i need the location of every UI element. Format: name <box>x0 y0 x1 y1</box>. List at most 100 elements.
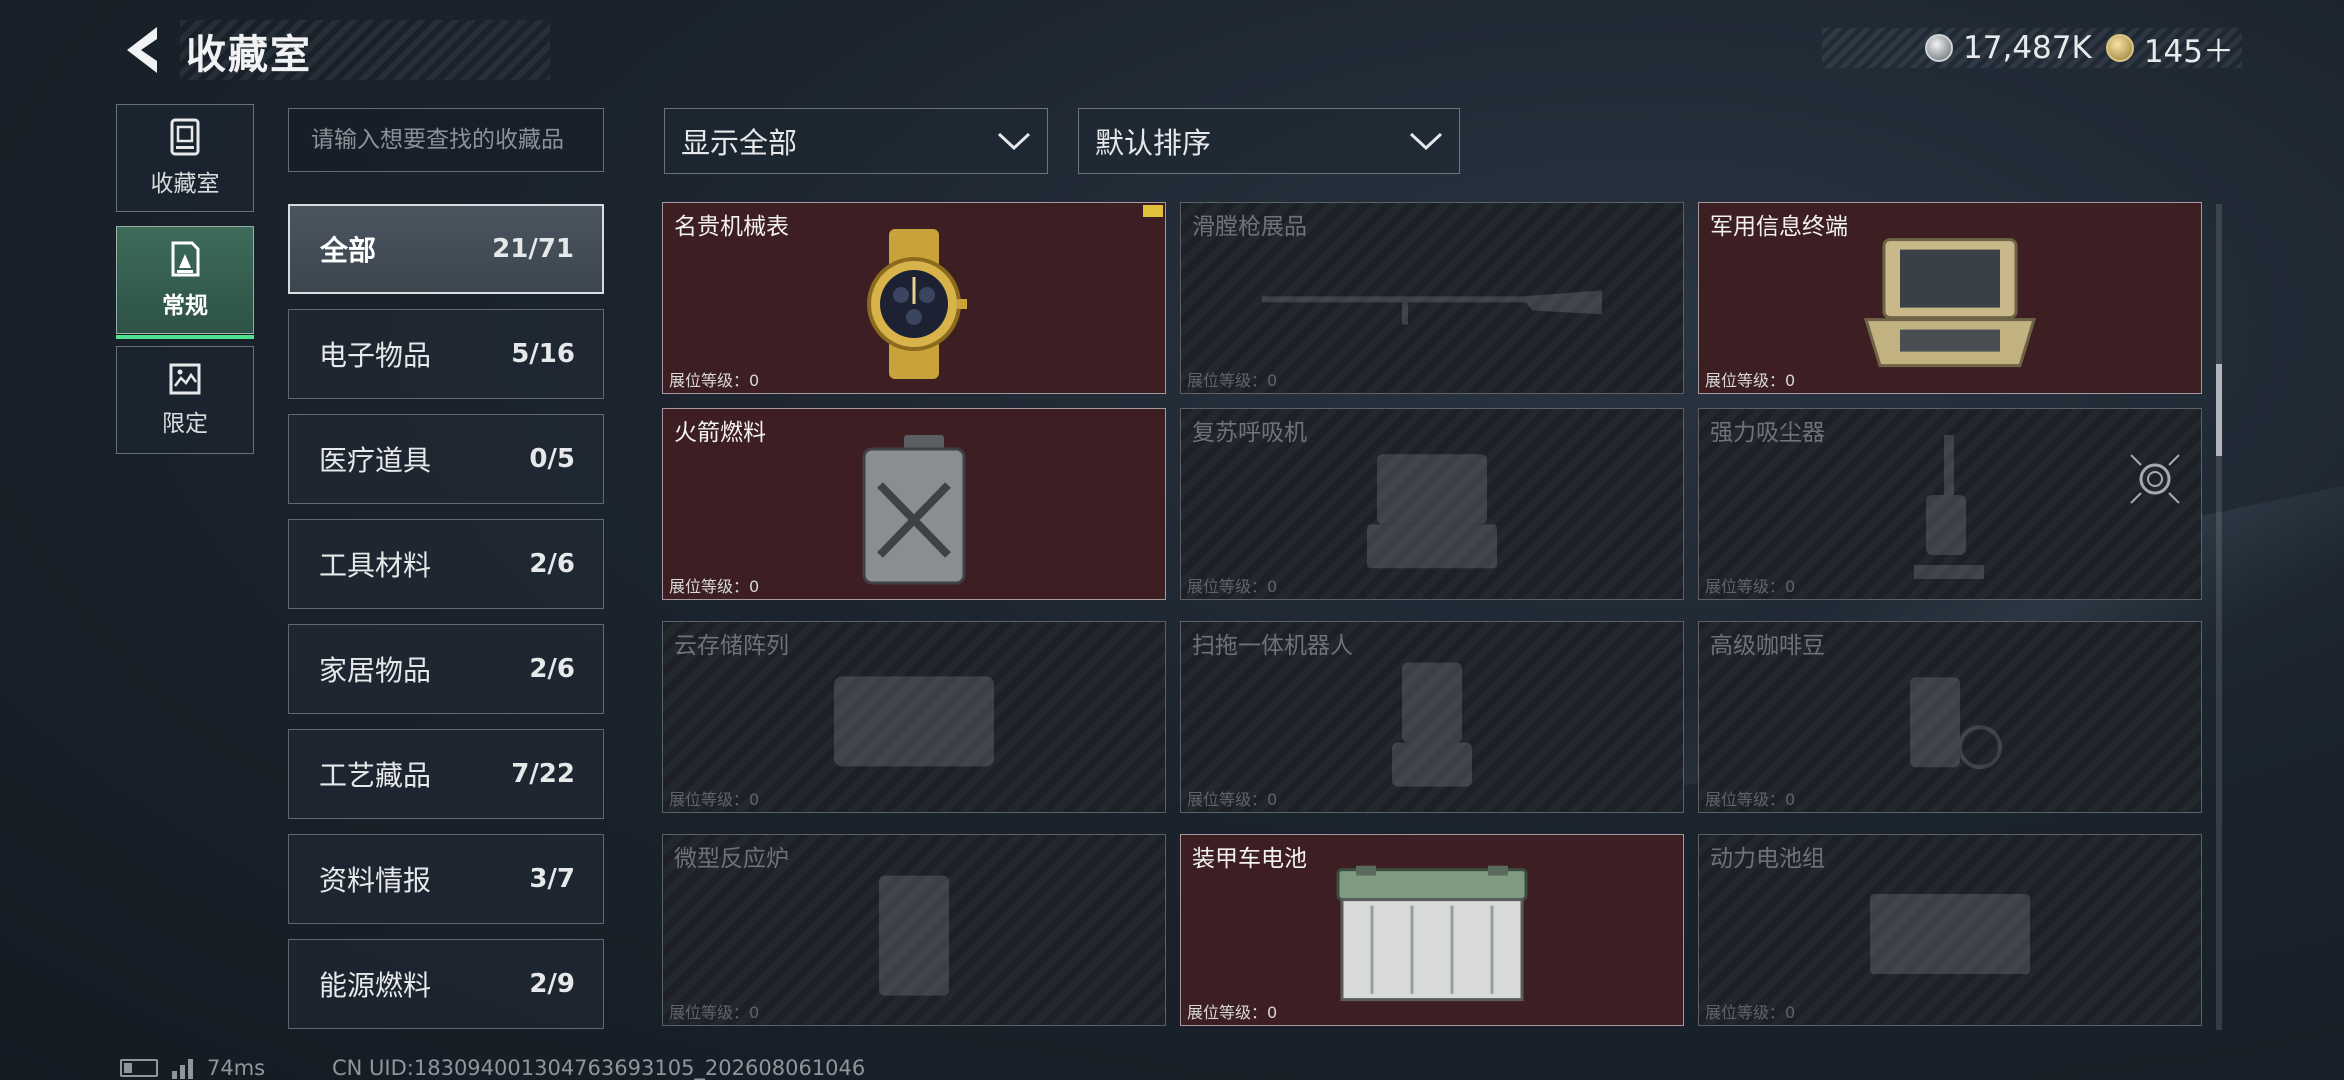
musket-icon <box>1262 290 1602 325</box>
search-box[interactable] <box>288 108 604 172</box>
category-crafts[interactable]: 工艺藏品 7/22 <box>288 729 604 819</box>
collection-card-coffee[interactable]: 高级咖啡豆 展位等级：0 <box>1698 621 2202 813</box>
collection-card-storage-array[interactable]: 云存储阵列 展位等级：0 <box>662 621 1166 813</box>
category-count: 2/6 <box>529 654 575 684</box>
card-level: 展位等级：0 <box>1705 577 1796 596</box>
military-terminal-icon <box>1863 238 2037 368</box>
ventilator-icon <box>1367 454 1497 569</box>
card-name: 火箭燃料 <box>674 420 766 446</box>
card-level: 展位等级：0 <box>1187 371 1278 390</box>
category-name: 全部 <box>320 234 377 267</box>
robot-icon <box>1392 662 1472 787</box>
target-lock-icon[interactable] <box>2127 451 2183 507</box>
collection-card-rocket-fuel[interactable]: 火箭燃料 展位等级：0 <box>662 408 1166 600</box>
card-level: 展位等级：0 <box>669 577 760 596</box>
storage-array-icon <box>834 676 994 767</box>
side-tab-limited-label: 限定 <box>162 411 208 437</box>
category-name: 工艺藏品 <box>319 759 432 792</box>
collection-card-reactor[interactable]: 微型反应炉 展位等级：0 <box>662 834 1166 1026</box>
scrollbar-track[interactable] <box>2216 204 2222 1030</box>
back-arrow-icon <box>127 27 157 73</box>
silver-coin-icon <box>1925 34 1954 62</box>
category-count: 21/71 <box>492 234 574 264</box>
currency-gold[interactable]: 145＋ <box>2105 26 2234 71</box>
card-name: 高级咖啡豆 <box>1710 633 1825 659</box>
display-filter-value: 显示全部 <box>681 126 798 160</box>
category-tools[interactable]: 工具材料 2/6 <box>288 519 604 609</box>
page-title: 收藏室 <box>186 32 312 78</box>
category-intel[interactable]: 资料情报 3/7 <box>288 834 604 924</box>
collection-card-battery-pack[interactable]: 动力电池组 展位等级：0 <box>1698 834 2202 1026</box>
card-level: 展位等级：0 <box>1705 371 1796 390</box>
category-name: 资料情报 <box>319 864 432 897</box>
currency-silver: 17,487K <box>1925 30 2092 66</box>
limited-collection-icon <box>169 363 201 395</box>
card-name: 微型反应炉 <box>674 846 789 872</box>
category-count: 7/22 <box>511 759 575 789</box>
card-name: 装甲车电池 <box>1192 846 1307 872</box>
battery-pack-icon <box>1870 894 2030 974</box>
currency-bar: 17,487K 145＋ <box>1822 26 2242 71</box>
side-tab-limited[interactable]: 限定 <box>116 346 254 454</box>
display-filter-dropdown[interactable]: 显示全部 <box>664 108 1048 174</box>
card-level: 展位等级：0 <box>1187 577 1278 596</box>
category-household[interactable]: 家居物品 2/6 <box>288 624 604 714</box>
collection-card-military-terminal[interactable]: 军用信息终端 展位等级：0 <box>1698 202 2202 394</box>
card-level: 展位等级：0 <box>1705 1003 1796 1022</box>
ping-value: 74ms <box>207 1056 266 1080</box>
collection-card-armored-battery[interactable]: 装甲车电池 展位等级：0 <box>1180 834 1684 1026</box>
card-level: 展位等级：0 <box>1705 790 1796 809</box>
side-tab-regular-label: 常规 <box>162 293 208 319</box>
card-name: 扫拖一体机器人 <box>1192 633 1353 659</box>
collection-card-ventilator[interactable]: 复苏呼吸机 展位等级：0 <box>1180 408 1684 600</box>
card-name: 军用信息终端 <box>1710 214 1848 240</box>
battery-icon <box>120 1059 158 1077</box>
card-level: 展位等级：0 <box>1187 1003 1278 1022</box>
regular-collection-icon <box>171 241 200 277</box>
signal-icon <box>172 1057 193 1079</box>
card-level: 展位等级：0 <box>669 1003 760 1022</box>
chevron-down-icon <box>997 132 1031 151</box>
collection-card-musket[interactable]: 滑膛枪展品 展位等级：0 <box>1180 202 1684 394</box>
currency-silver-value: 17,487K <box>1963 30 2092 66</box>
category-count: 3/7 <box>529 864 575 894</box>
fuel-canister-icon <box>862 435 966 585</box>
side-tab-vault[interactable]: 收藏室 <box>116 104 254 212</box>
back-button[interactable] <box>116 22 166 78</box>
card-name: 动力电池组 <box>1710 846 1825 872</box>
card-name: 滑膛枪展品 <box>1192 214 1307 240</box>
category-name: 工具材料 <box>319 549 432 582</box>
collection-card-robot[interactable]: 扫拖一体机器人 展位等级：0 <box>1180 621 1684 813</box>
status-bar: 74ms <box>120 1056 265 1080</box>
category-count: 2/9 <box>529 969 575 999</box>
sort-dropdown[interactable]: 默认排序 <box>1078 108 1460 174</box>
currency-gold-value: 145＋ <box>2143 33 2234 70</box>
reactor-icon <box>879 875 949 996</box>
category-all[interactable]: 全部 21/71 <box>288 204 604 294</box>
card-level: 展位等级：0 <box>669 371 760 390</box>
card-level: 展位等级：0 <box>1187 790 1278 809</box>
coffee-icon <box>1910 677 2002 770</box>
card-name: 复苏呼吸机 <box>1192 420 1307 446</box>
vault-icon <box>170 118 200 156</box>
collection-card-vacuum[interactable]: 强力吸尘器 展位等级：0 <box>1698 408 2202 600</box>
category-energy[interactable]: 能源燃料 2/9 <box>288 939 604 1029</box>
category-count: 5/16 <box>511 339 575 369</box>
category-name: 医疗道具 <box>319 444 432 477</box>
gold-watch-icon <box>867 229 967 379</box>
side-tab-regular[interactable]: 常规 <box>116 226 254 339</box>
user-uid: CN UID:183094001304763693105_20260806104… <box>332 1056 866 1080</box>
card-level: 展位等级：0 <box>669 790 760 809</box>
battery-icon <box>1336 865 1528 1002</box>
sort-value: 默认排序 <box>1095 126 1212 160</box>
chevron-down-icon <box>1409 132 1443 151</box>
vacuum-icon <box>1914 435 1984 579</box>
card-name: 强力吸尘器 <box>1710 420 1825 446</box>
category-medical[interactable]: 医疗道具 0/5 <box>288 414 604 504</box>
collection-card-gold-watch[interactable]: 名贵机械表 展位等级：0 <box>662 202 1166 394</box>
search-input[interactable] <box>311 127 581 153</box>
category-electronics[interactable]: 电子物品 5/16 <box>288 309 604 399</box>
category-name: 电子物品 <box>319 339 432 372</box>
category-count: 2/6 <box>529 549 575 579</box>
scrollbar-thumb[interactable] <box>2216 364 2222 456</box>
